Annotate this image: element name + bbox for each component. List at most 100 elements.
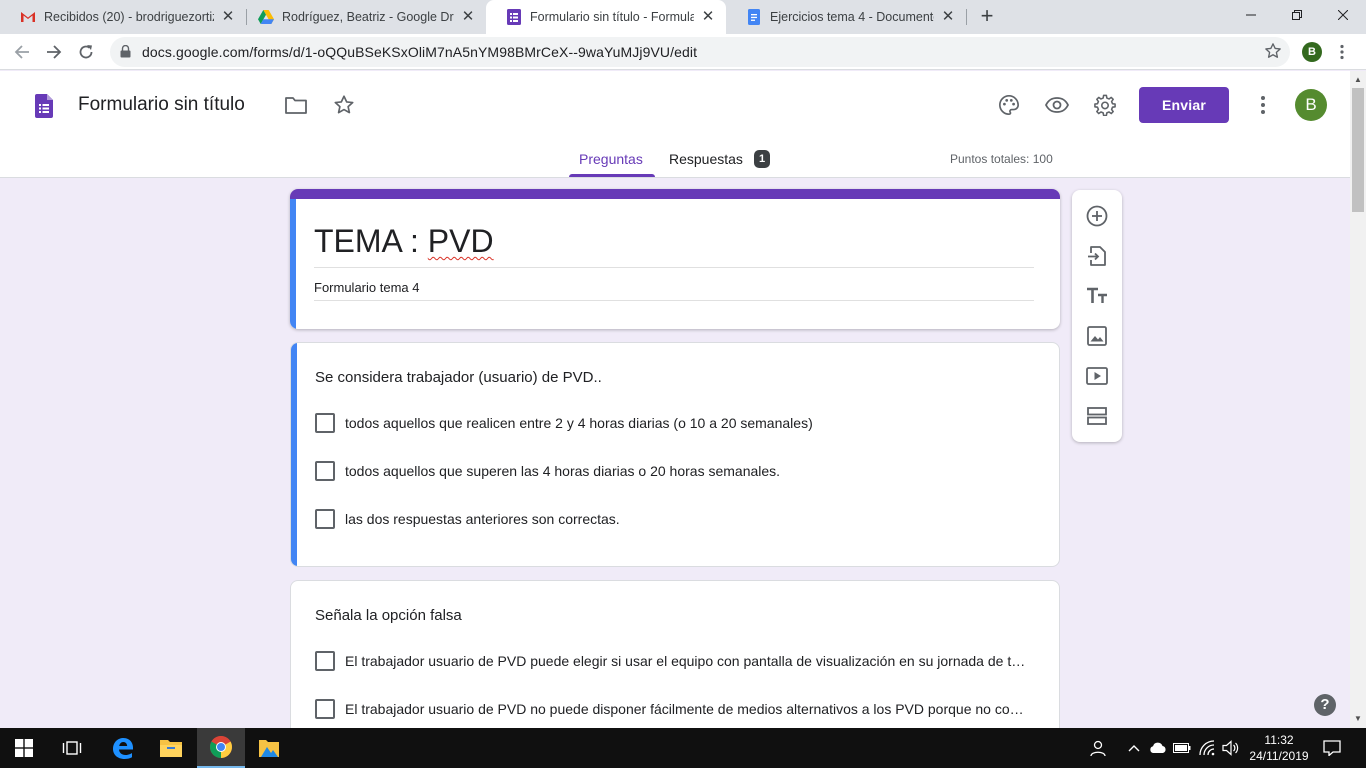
- tab-title: Formulario sin título - Formulario: [530, 10, 694, 24]
- task-view-button[interactable]: [48, 728, 96, 768]
- scroll-up-arrow-icon[interactable]: ▲: [1350, 72, 1366, 88]
- start-button[interactable]: [0, 728, 48, 768]
- send-button[interactable]: Enviar: [1139, 87, 1229, 123]
- star-icon[interactable]: [332, 93, 356, 117]
- accent-bar: [290, 189, 1060, 199]
- move-to-folder-icon[interactable]: [284, 93, 308, 117]
- total-points: Puntos totales: 100: [950, 152, 1053, 166]
- checkbox-option[interactable]: El trabajador usuario de PVD no puede di…: [315, 699, 1035, 719]
- address-bar[interactable]: docs.google.com/forms/d/1-oQQuBSeKSxOliM…: [110, 37, 1290, 67]
- reload-button[interactable]: [74, 40, 98, 64]
- question-title[interactable]: Se considera trabajador (usuario) de PVD…: [315, 369, 602, 386]
- add-question-icon[interactable]: [1085, 204, 1109, 228]
- add-video-icon[interactable]: [1085, 364, 1109, 388]
- tab-title: Recibidos (20) - brodriguezortiz4: [44, 10, 214, 24]
- minimize-button[interactable]: [1228, 0, 1274, 30]
- checkbox[interactable]: [315, 413, 335, 433]
- palette-icon[interactable]: [997, 93, 1021, 117]
- help-icon[interactable]: ?: [1314, 694, 1336, 716]
- google-forms-icon: [506, 9, 522, 25]
- back-button[interactable]: [10, 40, 34, 64]
- add-title-text-icon[interactable]: [1085, 284, 1109, 308]
- option-label: las dos respuestas anteriores son correc…: [345, 511, 620, 527]
- more-options-icon[interactable]: [1251, 93, 1275, 117]
- form-title[interactable]: TEMA : PVD: [314, 223, 494, 260]
- form-title-word: PVD: [427, 223, 494, 259]
- tab-responses[interactable]: Respuestas: [669, 151, 743, 167]
- close-window-button[interactable]: [1320, 0, 1366, 30]
- close-tab-icon[interactable]: ✕: [940, 9, 956, 25]
- checkbox[interactable]: [315, 699, 335, 719]
- tab-google-drive[interactable]: Rodríguez, Beatriz - Google Drive ✕: [238, 0, 486, 34]
- windows-logo-icon: [15, 739, 33, 757]
- checkbox-option[interactable]: El trabajador usuario de PVD puede elegi…: [315, 651, 1035, 671]
- onedrive-cloud-icon[interactable]: [1148, 738, 1168, 758]
- clock-date: 24/11/2019: [1249, 749, 1309, 763]
- form-title-card[interactable]: TEMA : PVD Formulario tema 4: [290, 189, 1060, 329]
- arrow-left-icon: [14, 45, 29, 59]
- chrome-taskbar-icon[interactable]: [197, 728, 245, 768]
- wifi-icon[interactable]: [1197, 738, 1217, 758]
- description-underline: [314, 300, 1034, 301]
- close-tab-icon[interactable]: ✕: [220, 9, 236, 25]
- clock-time: 11:32: [1264, 733, 1294, 747]
- tab-questions[interactable]: Preguntas: [579, 151, 643, 167]
- file-explorer-icon[interactable]: [147, 728, 195, 768]
- url-text: docs.google.com/forms/d/1-oQQuBSeKSxOliM…: [142, 44, 698, 60]
- checkbox-option[interactable]: todos aquellos que superen las 4 horas d…: [315, 461, 1035, 481]
- notifications-icon[interactable]: [1322, 738, 1342, 758]
- close-tab-icon[interactable]: ✕: [460, 9, 476, 25]
- battery-icon[interactable]: [1172, 738, 1192, 758]
- option-label: todos aquellos que realicen entre 2 y 4 …: [345, 415, 813, 431]
- edge-browser-icon[interactable]: [99, 728, 147, 768]
- question-toolbar: [1072, 190, 1122, 442]
- tab-google-forms[interactable]: Formulario sin título - Formulario ✕: [486, 0, 726, 34]
- bookmark-star-icon[interactable]: [1264, 42, 1282, 65]
- import-questions-icon[interactable]: [1085, 244, 1109, 268]
- restore-button[interactable]: [1274, 0, 1320, 30]
- question-card[interactable]: Se considera trabajador (usuario) de PVD…: [290, 342, 1060, 567]
- tab-gmail[interactable]: Recibidos (20) - brodriguezortiz4 ✕: [0, 0, 246, 34]
- option-label: El trabajador usuario de PVD no puede di…: [345, 701, 1024, 717]
- forward-button[interactable]: [42, 40, 66, 64]
- add-image-icon[interactable]: [1085, 324, 1109, 348]
- gear-icon[interactable]: [1093, 93, 1117, 117]
- scrollbar-thumb[interactable]: [1352, 88, 1364, 212]
- checkbox-option[interactable]: las dos respuestas anteriores son correc…: [315, 509, 1035, 529]
- eye-preview-icon[interactable]: [1045, 93, 1069, 117]
- scroll-down-arrow-icon[interactable]: ▼: [1350, 711, 1366, 727]
- close-icon: [1338, 10, 1348, 20]
- account-avatar[interactable]: B: [1295, 89, 1327, 121]
- restore-icon: [1292, 10, 1302, 20]
- chrome-menu-icon[interactable]: [1334, 42, 1350, 62]
- checkbox[interactable]: [315, 651, 335, 671]
- gmail-icon: [20, 9, 36, 25]
- document-title[interactable]: Formulario sin título: [78, 94, 245, 116]
- browser-profile-avatar[interactable]: B: [1302, 42, 1322, 62]
- checkbox-option[interactable]: todos aquellos que realicen entre 2 y 4 …: [315, 413, 1035, 433]
- add-section-icon[interactable]: [1085, 404, 1109, 428]
- minimize-icon: [1246, 14, 1256, 16]
- tab-title: Ejercicios tema 4 - Documentos d: [770, 10, 934, 24]
- chevron-up-icon[interactable]: [1124, 738, 1144, 758]
- reload-icon: [79, 45, 93, 59]
- close-tab-icon[interactable]: ✕: [700, 9, 716, 25]
- tab-google-docs[interactable]: Ejercicios tema 4 - Documentos d ✕: [726, 0, 966, 34]
- windows-taskbar: 11:32 24/11/2019: [0, 728, 1366, 768]
- question-title[interactable]: Señala la opción falsa: [315, 607, 462, 624]
- checkbox[interactable]: [315, 461, 335, 481]
- forms-logo-icon[interactable]: [35, 94, 53, 123]
- people-icon[interactable]: [1088, 738, 1108, 758]
- form-description[interactable]: Formulario tema 4: [314, 280, 419, 295]
- lock-icon[interactable]: [120, 44, 131, 63]
- forms-header: Formulario sin título Enviar B Preguntas…: [0, 71, 1350, 178]
- checkbox[interactable]: [315, 509, 335, 529]
- volume-icon[interactable]: [1221, 738, 1241, 758]
- tab-divider: [966, 9, 967, 25]
- question-card[interactable]: Señala la opción falsa El trabajador usu…: [290, 580, 1060, 740]
- system-clock[interactable]: 11:32 24/11/2019: [1246, 732, 1312, 764]
- new-tab-button[interactable]: +: [976, 5, 998, 28]
- pinned-app-icon[interactable]: [245, 728, 293, 768]
- option-label: El trabajador usuario de PVD puede elegi…: [345, 653, 1026, 669]
- responses-count-badge: 1: [754, 150, 770, 168]
